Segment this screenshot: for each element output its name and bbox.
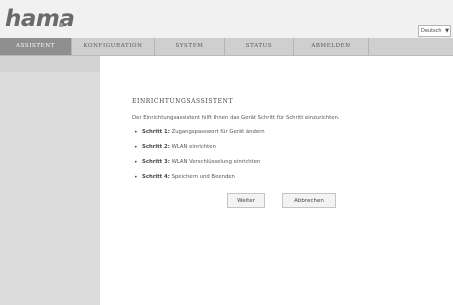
step-text: Speichern und Beenden — [171, 174, 235, 180]
bullet-icon: • — [134, 129, 138, 136]
wizard-steps: • Schritt 1: Zugangspasswort für Gerät ä… — [134, 129, 265, 189]
main-nav: ASSISTENT KONFIGURATION SYSTEM STATUS AB… — [0, 38, 453, 56]
tab-assistent[interactable]: ASSISTENT — [0, 38, 72, 55]
bullet-icon: • — [134, 144, 138, 151]
step-text: WLAN Verschlüsselung einrichten — [171, 159, 261, 165]
step-label: Schritt 1: — [142, 129, 170, 135]
step-label: Schritt 2: — [142, 144, 170, 150]
list-item: • Schritt 3: WLAN Verschlüsselung einric… — [134, 159, 265, 174]
cancel-button[interactable]: Abbrechen — [282, 193, 336, 208]
list-item: • Schritt 4: Speichern und Beenden — [134, 174, 265, 189]
header: hama Deutsch ▼ — [0, 0, 453, 38]
tab-konfiguration[interactable]: KONFIGURATION — [72, 38, 155, 55]
language-select-value: Deutsch — [421, 28, 442, 34]
step-text: WLAN einrichten — [171, 144, 216, 150]
hama-logo: hama — [5, 6, 75, 32]
chevron-down-icon: ▼ — [445, 28, 449, 34]
list-item: • Schritt 2: WLAN einrichten — [134, 144, 265, 159]
bullet-icon: • — [134, 159, 138, 166]
main-content: EINRICHTUNGSASSISTENT Der Einrichtungsas… — [100, 56, 453, 305]
page-title: EINRICHTUNGSASSISTENT — [132, 98, 234, 105]
step-label: Schritt 4: — [142, 174, 170, 180]
list-item: • Schritt 1: Zugangspasswort für Gerät ä… — [134, 129, 265, 144]
tab-system[interactable]: SYSTEM — [155, 38, 225, 55]
wizard-intro: Der Einrichtungsassistent hilft Ihnen da… — [132, 115, 340, 121]
sidebar — [0, 56, 100, 305]
step-label: Schritt 3: — [142, 159, 170, 165]
tab-status[interactable]: STATUS — [225, 38, 294, 55]
language-select[interactable]: Deutsch ▼ — [418, 25, 451, 37]
sidebar-header — [0, 56, 100, 72]
bullet-icon: • — [134, 174, 138, 181]
logo-dot — [59, 23, 63, 27]
tab-abmelden[interactable]: ABMELDEN — [294, 38, 369, 55]
next-button[interactable]: Weiter — [227, 193, 265, 208]
step-text: Zugangspasswort für Gerät ändern — [171, 129, 265, 135]
